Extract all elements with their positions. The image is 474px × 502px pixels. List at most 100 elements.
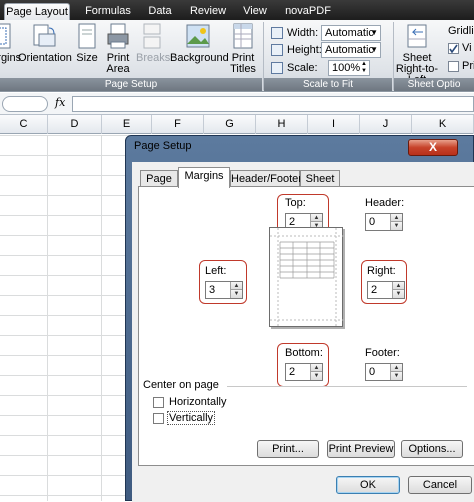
page-setup-group-label: Page Setup: [0, 78, 262, 91]
vertically-checkbox[interactable]: [153, 413, 164, 424]
spin-up-icon[interactable]: ▲: [390, 364, 402, 372]
grid-line: [101, 135, 102, 501]
fx-icon[interactable]: fx: [55, 96, 65, 109]
gridlines-label: Gridlin: [448, 25, 474, 37]
top-label: Top:: [285, 197, 306, 209]
print-area-button[interactable]: Print Area: [104, 22, 132, 78]
breaks-button[interactable]: Breaks: [136, 22, 171, 78]
column-header-f[interactable]: F: [152, 115, 204, 134]
height-select[interactable]: Automatic ▼: [321, 42, 381, 58]
orientation-label: Orientation: [18, 52, 72, 64]
grid-line: [47, 135, 48, 501]
sheet-right-to-left-button[interactable]: Sheet Right-to-Left: [388, 22, 446, 86]
orientation-icon: [31, 22, 57, 50]
print-titles-icon: [230, 22, 256, 50]
column-headers: C D E F G H I J K: [0, 115, 474, 134]
column-header-e[interactable]: E: [102, 115, 152, 134]
name-box[interactable]: [2, 96, 48, 112]
size-label: Size: [76, 52, 98, 64]
scale-spinner[interactable]: 100% ▲ ▼: [328, 60, 370, 76]
dropdown-arrow-icon: ▼: [370, 45, 378, 54]
column-header-d[interactable]: D: [48, 115, 102, 134]
column-header-h[interactable]: H: [256, 115, 308, 134]
width-value: Automatic: [325, 27, 374, 39]
tab-margins[interactable]: Margins: [178, 167, 230, 188]
tab-formulas[interactable]: Formulas: [80, 3, 136, 20]
center-on-page-label: Center on page: [143, 379, 219, 391]
column-header-c[interactable]: C: [0, 115, 48, 134]
gridlines-view-label: Vi: [462, 42, 472, 54]
background-label: Background: [170, 52, 229, 64]
spin-up-icon[interactable]: ▲: [392, 282, 404, 290]
margins-panel: Top: 2 ▲ ▼ Header: 0 ▲ ▼ Left: 3 ▲ ▼ Rig…: [138, 186, 474, 466]
print-titles-button[interactable]: Print Titles: [228, 22, 258, 78]
horizontally-checkbox[interactable]: [153, 397, 164, 408]
sheet-options-group-label: Sheet Optio: [394, 78, 474, 91]
size-button[interactable]: Size: [74, 22, 100, 78]
orientation-button[interactable]: Orientation: [18, 22, 72, 78]
width-icon: [271, 27, 283, 39]
column-header-i[interactable]: I: [308, 115, 360, 134]
section-divider: [227, 386, 467, 387]
spin-down-icon[interactable]: ▼: [230, 290, 242, 298]
spin-up-icon[interactable]: ▲: [230, 282, 242, 290]
ribbon-tab-bar: Page Layout Formulas Data Review View no…: [0, 0, 474, 20]
bottom-margin-value: 2: [289, 366, 296, 378]
tab-header-footer[interactable]: Header/Footer: [230, 170, 302, 187]
right-label: Right:: [367, 265, 396, 277]
width-select[interactable]: Automatic ▼: [321, 25, 381, 41]
bottom-label: Bottom:: [285, 347, 323, 359]
footer-margin-spinner[interactable]: 0 ▲ ▼: [365, 363, 403, 381]
column-header-j[interactable]: J: [360, 115, 412, 134]
gridlines-print-checkbox[interactable]: [448, 61, 459, 72]
tab-data[interactable]: Data: [143, 3, 177, 20]
vertically-label: Vertically: [167, 411, 216, 425]
formula-input[interactable]: [72, 96, 474, 112]
tab-view[interactable]: View: [238, 3, 272, 20]
ok-button[interactable]: OK: [336, 476, 400, 494]
background-button[interactable]: Background: [170, 22, 229, 78]
gridlines-view-checkbox[interactable]: [448, 43, 459, 54]
footer-margin-value: 0: [369, 366, 376, 378]
tab-page-layout[interactable]: Page Layout: [4, 3, 70, 20]
background-icon: [185, 22, 211, 50]
column-header-k[interactable]: K: [412, 115, 474, 134]
print-area-label-2: Area: [106, 63, 130, 75]
left-label: Left:: [205, 265, 227, 277]
tab-review[interactable]: Review: [186, 3, 230, 20]
spin-down-icon[interactable]: ▼: [310, 372, 322, 380]
scale-to-fit-group-label: Scale to Fit: [264, 78, 392, 91]
page-setup-dialog: Page Setup X Page Margins Header/Footer …: [125, 135, 474, 502]
tab-sheet[interactable]: Sheet: [300, 170, 340, 187]
left-margin-spinner[interactable]: 3 ▲ ▼: [205, 281, 243, 299]
right-margin-spinner[interactable]: 2 ▲ ▼: [367, 281, 405, 299]
spin-up-icon[interactable]: ▲: [310, 214, 322, 222]
scale-icon: [271, 62, 283, 74]
print-area-icon: [105, 22, 131, 50]
bottom-margin-spinner[interactable]: 2 ▲ ▼: [285, 363, 323, 381]
sheet-rtl-icon: [404, 22, 430, 50]
options-button[interactable]: Options...: [401, 440, 463, 458]
right-margin-value: 2: [371, 284, 378, 296]
page-preview: [269, 227, 344, 328]
print-preview-button[interactable]: Print Preview: [327, 440, 395, 458]
print-titles-label-2: Titles: [230, 63, 256, 75]
column-header-g[interactable]: G: [204, 115, 256, 134]
dialog-close-button[interactable]: X: [408, 139, 458, 156]
scale-label: Scale:: [287, 62, 318, 74]
spin-down-icon[interactable]: ▼: [392, 290, 404, 298]
spin-up-icon[interactable]: ▲: [310, 364, 322, 372]
header-margin-spinner[interactable]: 0 ▲ ▼: [365, 213, 403, 231]
spin-down-icon[interactable]: ▼: [390, 222, 402, 230]
spin-up-icon[interactable]: ▲: [390, 214, 402, 222]
tab-page[interactable]: Page: [140, 170, 178, 187]
width-label: Width:: [287, 27, 319, 39]
print-button[interactable]: Print...: [257, 440, 319, 458]
tab-novapdf[interactable]: novaPDF: [280, 3, 336, 20]
formula-bar: fx: [0, 93, 474, 115]
breaks-label: Breaks: [136, 52, 171, 64]
cancel-button[interactable]: Cancel: [408, 476, 472, 494]
spin-down-icon[interactable]: ▼: [390, 372, 402, 380]
dialog-body: Page Margins Header/Footer Sheet Top: 2 …: [132, 162, 474, 502]
margins-button[interactable]: Margins: [0, 22, 21, 78]
